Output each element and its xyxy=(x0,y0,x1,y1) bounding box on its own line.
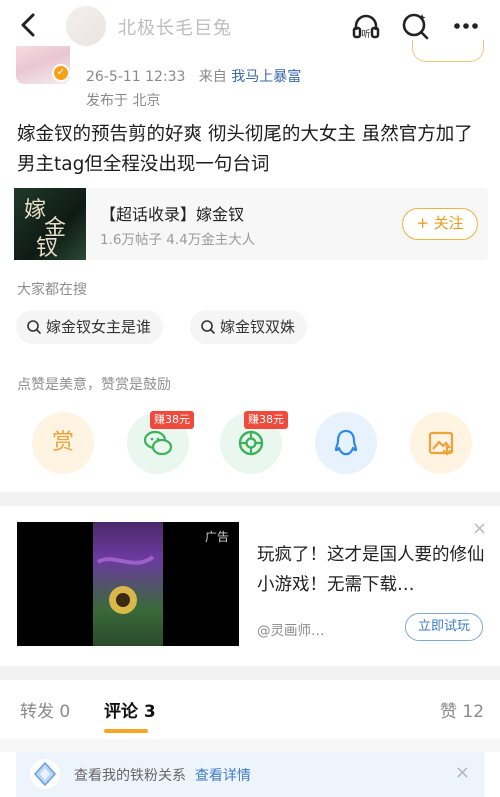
post-source[interactable]: 我马上暴富 xyxy=(231,69,301,85)
post-date: 26-5-11 12:33 xyxy=(86,69,186,85)
section-divider xyxy=(0,666,500,680)
tab-repost[interactable]: 转发 0 xyxy=(20,697,70,722)
topic-stats: 1.6万帖子 4.4万金主大人 xyxy=(100,232,256,248)
ad-text[interactable]: 玩疯了！这才是国人要的修仙小游戏！无需下载… xyxy=(257,540,485,600)
header-title[interactable]: 北极长毛巨兔 xyxy=(118,14,232,40)
search-icon[interactable] xyxy=(400,10,432,42)
topic-thumbnail: 嫁 金 钗 xyxy=(14,188,86,260)
save-image-button[interactable] xyxy=(410,412,472,474)
back-arrow-icon[interactable] xyxy=(14,10,44,40)
search-section-label: 大家都在搜 xyxy=(17,282,87,298)
share-section-label: 点赞是美意，赞赏是鼓励 xyxy=(17,377,171,393)
interaction-tabs: 转发 0 评论 3 赞 12 xyxy=(0,683,500,733)
earn-badge: 赚38元 xyxy=(150,411,194,429)
fan-relation-bar[interactable]: 查看我的铁粉关系 查看详情 × xyxy=(16,752,484,797)
moments-icon xyxy=(238,430,264,456)
topic-title: 【超话收录】嫁金钗 xyxy=(100,205,245,224)
reward-button[interactable]: 赏 xyxy=(32,412,94,474)
more-icon[interactable] xyxy=(450,10,482,42)
earn-badge: 赚38元 xyxy=(244,411,288,429)
fan-bar-close-icon[interactable]: × xyxy=(455,762,470,783)
tab-comment[interactable]: 评论 3 xyxy=(104,697,156,722)
tab-active-indicator xyxy=(104,729,148,733)
topic-card[interactable]: 嫁 金 钗 【超话收录】嫁金钗 1.6万帖子 4.4万金主大人 + 关注 xyxy=(14,188,488,260)
listen-icon[interactable]: 听 xyxy=(350,10,382,42)
svg-text:听: 听 xyxy=(361,29,370,40)
topic-follow-button[interactable]: + 关注 xyxy=(402,208,478,240)
verified-badge-icon: ✓ xyxy=(52,64,70,82)
fan-relation-link[interactable]: 查看详情 xyxy=(195,768,251,784)
section-divider xyxy=(0,739,500,752)
ad-close-icon[interactable]: × xyxy=(472,518,487,539)
post-meta: 26-5-11 12:33 来自 我马上暴富 xyxy=(86,66,301,86)
save-image-icon xyxy=(428,431,454,456)
search-chip[interactable]: 嫁金钗双姝 xyxy=(190,310,308,344)
tab-like[interactable]: 赞 12 xyxy=(440,697,484,722)
wechat-icon xyxy=(143,430,173,456)
search-icon xyxy=(27,320,41,334)
search-icon xyxy=(201,320,215,334)
ad-game-image xyxy=(93,522,163,646)
ad-source: @灵画师… xyxy=(257,623,325,639)
post-location: 发布于 北京 xyxy=(86,93,161,109)
qq-icon xyxy=(334,429,358,456)
search-chip[interactable]: 嫁金钗女主是谁 xyxy=(16,310,164,344)
fan-relation-text: 查看我的铁粉关系 查看详情 xyxy=(74,768,251,784)
follow-button[interactable] xyxy=(412,40,484,62)
section-divider xyxy=(0,492,500,506)
ad-tag: 广告 xyxy=(205,530,230,544)
ad-play-button[interactable]: 立即试玩 xyxy=(405,613,483,641)
post-text: 嫁金钗的预告剪的好爽 彻头彻尾的大女主 虽然官方加了男主tag但全程没出现一句台… xyxy=(17,124,473,175)
header-avatar[interactable] xyxy=(66,6,106,46)
from-label: 来自 xyxy=(198,69,227,85)
diamond-icon xyxy=(30,759,60,789)
qq-share-button[interactable] xyxy=(315,412,377,474)
